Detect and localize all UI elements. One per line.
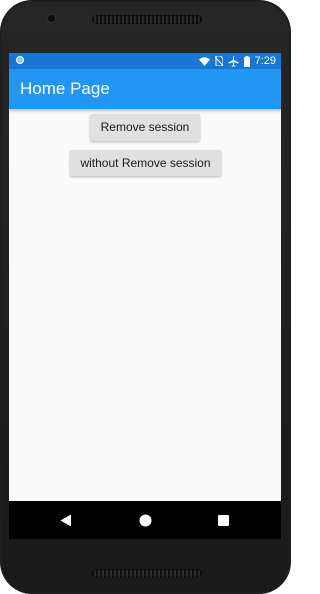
status-time: 7:29	[254, 55, 276, 67]
home-icon[interactable]	[125, 501, 165, 539]
page-title: Home Page	[20, 79, 110, 98]
main-content: Remove session without Remove session	[9, 109, 281, 501]
top-speaker-grille	[92, 15, 202, 24]
no-sim-icon	[214, 56, 223, 66]
status-bar: 7:29	[9, 53, 281, 69]
status-icons: 7:29	[198, 53, 276, 69]
remove-session-button[interactable]: Remove session	[90, 114, 200, 141]
phone-screen: 7:29 Home Page Remove session without Re…	[9, 53, 281, 539]
phone-frame: 7:29 Home Page Remove session without Re…	[0, 0, 291, 594]
without-remove-session-button[interactable]: without Remove session	[70, 150, 221, 176]
battery-icon	[243, 55, 250, 67]
recents-icon[interactable]	[203, 501, 243, 539]
bottom-speaker-grille	[92, 569, 202, 578]
navigation-bar	[9, 501, 281, 539]
app-bar: Home Page	[9, 69, 281, 109]
wifi-icon	[198, 56, 210, 66]
front-camera	[48, 15, 55, 22]
back-icon[interactable]	[46, 501, 86, 539]
notification-dot-icon	[16, 56, 24, 64]
airplane-mode-icon	[228, 55, 239, 67]
